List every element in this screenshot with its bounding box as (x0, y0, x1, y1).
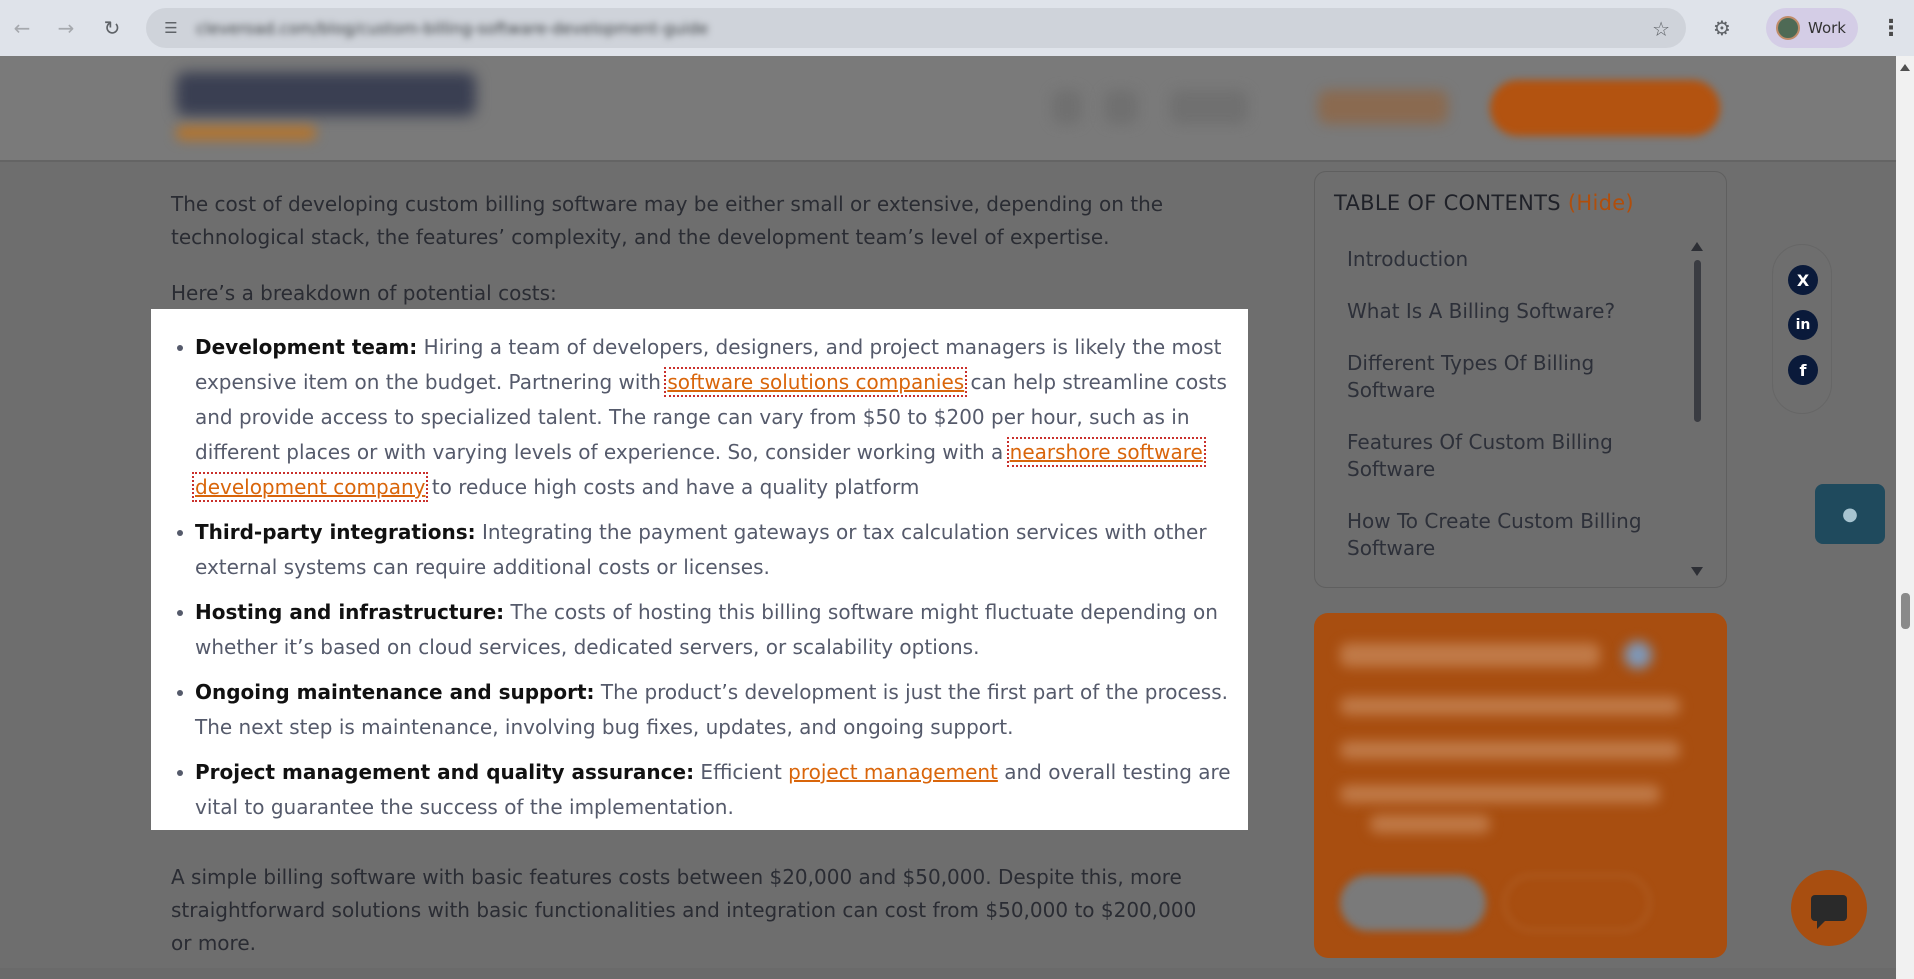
scroll-down-arrow-icon[interactable] (1691, 567, 1703, 576)
cta-feature-item (1340, 741, 1680, 759)
cta-feature-item (1340, 697, 1680, 715)
list-item-title: Hosting and infrastructure: (195, 600, 505, 624)
scroll-up-arrow-icon[interactable] (1900, 64, 1910, 71)
page-bottom-strip (0, 968, 1896, 979)
chat-widget-button[interactable] (1791, 870, 1867, 946)
toc-title-text: TABLE OF CONTENTS (1334, 191, 1561, 215)
reload-icon[interactable]: ↻ (94, 10, 130, 46)
forward-arrow-icon[interactable]: → (48, 10, 84, 46)
cta-card (1314, 613, 1727, 958)
project-management-link[interactable]: project management (788, 760, 998, 784)
closing-paragraph: A simple billing software with basic fea… (171, 865, 1197, 955)
more-vert-icon[interactable]: ⋮ (1876, 10, 1906, 46)
intro-paragraph: The cost of developing custom billing so… (171, 192, 1164, 249)
cta-primary-button[interactable] (1340, 875, 1486, 931)
toc-scrollbar[interactable] (1691, 242, 1703, 576)
chat-icon (1811, 895, 1847, 929)
cta-feature-item (1340, 785, 1660, 803)
cta-card-info-icon (1624, 641, 1652, 669)
url-text: cleveroad.com/blog/custom-billing-softwa… (196, 18, 709, 38)
profile-button[interactable]: Work (1766, 8, 1858, 48)
list-item: Development team: Hiring a team of devel… (177, 330, 1235, 505)
table-of-contents: TABLE OF CONTENTS (Hide) Introduction Wh… (1314, 171, 1727, 588)
feedback-button[interactable]: ● (1815, 484, 1885, 544)
header-menu-icon[interactable] (1104, 90, 1138, 124)
list-item: Hosting and infrastructure: The costs of… (177, 595, 1235, 665)
toc-item-introduction[interactable]: Introduction (1347, 246, 1687, 273)
lightbulb-icon: ● (1842, 503, 1858, 525)
list-item-text: to reduce high costs and have a quality … (425, 475, 920, 499)
cta-feature-item (1370, 815, 1490, 833)
cost-breakdown-list: Development team: Hiring a team of devel… (177, 330, 1235, 835)
tune-icon[interactable]: ☰ (156, 19, 186, 37)
avatar (1776, 16, 1800, 40)
list-item-title: Development team: (195, 335, 418, 359)
browser-toolbar: ← → ↻ ☰ cleveroad.com/blog/custom-billin… (0, 0, 1914, 56)
toc-title: TABLE OF CONTENTS (Hide) (1334, 191, 1634, 215)
software-solutions-link[interactable]: software solutions companies (664, 367, 968, 397)
cta-secondary-button[interactable] (1504, 875, 1650, 931)
header-cta-button[interactable] (1490, 80, 1720, 136)
header-search-icon[interactable] (1052, 90, 1082, 124)
star-icon[interactable]: ☆ (1652, 17, 1670, 41)
list-item: Project management and quality assurance… (177, 755, 1235, 825)
toc-item-types-of-billing-software[interactable]: Different Types Of Billing Software (1347, 350, 1687, 404)
toc-list: Introduction What Is A Billing Software?… (1347, 246, 1687, 587)
toc-item-features[interactable]: Features Of Custom Billing Software (1347, 429, 1687, 483)
x-twitter-icon[interactable]: X (1788, 265, 1818, 295)
toc-scroll-thumb[interactable] (1694, 260, 1701, 422)
list-item-title: Project management and quality assurance… (195, 760, 695, 784)
header-nav-link[interactable] (1170, 90, 1248, 124)
puzzle-icon[interactable]: ⚙ (1704, 10, 1740, 46)
site-logo-tagline (176, 126, 316, 140)
highlighted-cost-list: Development team: Hiring a team of devel… (151, 309, 1248, 830)
facebook-icon[interactable]: f (1788, 355, 1818, 385)
toc-item-what-is-billing-software[interactable]: What Is A Billing Software? (1347, 298, 1687, 325)
page-scroll-thumb[interactable] (1901, 593, 1910, 629)
header-contact-link[interactable] (1318, 90, 1448, 124)
social-share-bar: X in f (1772, 244, 1832, 414)
list-item: Third-party integrations: Integrating th… (177, 515, 1235, 585)
linkedin-icon[interactable]: in (1788, 310, 1818, 340)
page-scrollbar[interactable] (1896, 56, 1914, 979)
list-item-title: Third-party integrations: (195, 520, 476, 544)
list-item: Ongoing maintenance and support: The pro… (177, 675, 1235, 745)
toc-item-how-to-create[interactable]: How To Create Custom Billing Software (1347, 508, 1687, 562)
list-item-title: Ongoing maintenance and support: (195, 680, 595, 704)
scroll-up-arrow-icon[interactable] (1691, 242, 1703, 251)
site-header (0, 56, 1896, 162)
cta-card-title (1340, 643, 1600, 667)
breakdown-intro: Here’s a breakdown of potential costs: (171, 281, 557, 305)
site-logo[interactable] (176, 72, 476, 116)
profile-label: Work (1808, 19, 1846, 37)
address-bar[interactable]: ☰ cleveroad.com/blog/custom-billing-soft… (146, 8, 1686, 48)
list-item-text: Efficient (694, 760, 789, 784)
toc-hide-button[interactable]: (Hide) (1568, 191, 1634, 215)
back-arrow-icon[interactable]: ← (4, 10, 40, 46)
